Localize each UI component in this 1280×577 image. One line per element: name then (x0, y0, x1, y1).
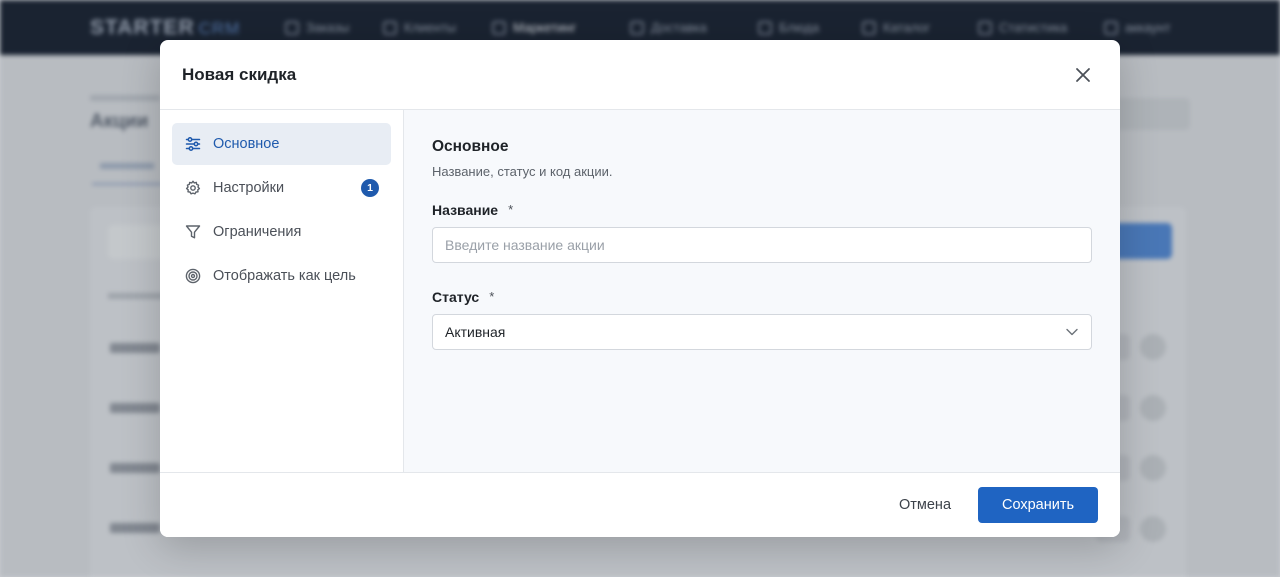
sidebar-item-label: Отображать как цель (213, 268, 356, 284)
status-select[interactable]: Активная (432, 314, 1092, 350)
sidebar-item-settings[interactable]: Настройки 1 (172, 167, 391, 209)
chevron-down-icon (1066, 328, 1078, 336)
sidebar-item-restrictions[interactable]: Ограничения (172, 211, 391, 253)
close-button[interactable] (1072, 64, 1094, 86)
modal-footer: Отмена Сохранить (160, 472, 1120, 537)
required-marker: * (508, 202, 514, 217)
modal-title: Новая скидка (182, 64, 297, 84)
count-badge: 1 (361, 179, 379, 197)
sidebar-item-display-as-goal[interactable]: Отображать как цель (172, 255, 391, 297)
status-select-value: Активная (445, 324, 506, 340)
name-input[interactable] (432, 227, 1092, 263)
cancel-button[interactable]: Отмена (886, 487, 964, 523)
status-field-label: Статус * (432, 289, 495, 305)
gear-icon (185, 180, 201, 195)
filter-icon (185, 225, 201, 239)
sidebar-item-label: Ограничения (213, 224, 302, 240)
modal-header: Новая скидка (160, 40, 1120, 110)
section-title: Основное (432, 138, 509, 155)
sidebar-item-basic[interactable]: Основное (172, 123, 391, 165)
new-discount-modal: Новая скидка Основное Настройки 1 Ограни… (160, 40, 1120, 537)
sidebar-item-label: Настройки (213, 180, 285, 196)
name-field-label: Название * (432, 202, 514, 218)
target-icon (185, 268, 201, 284)
modal-sidebar: Основное Настройки 1 Ограничения Отображ… (160, 110, 404, 472)
section-description: Название, статус и код акции. (432, 164, 613, 179)
required-marker: * (489, 289, 495, 304)
sliders-icon (185, 137, 201, 151)
close-icon (1076, 68, 1090, 82)
save-button[interactable]: Сохранить (978, 487, 1098, 523)
sidebar-item-label: Основное (213, 136, 280, 152)
modal-main-panel: Основное Название, статус и код акции. Н… (404, 110, 1120, 472)
